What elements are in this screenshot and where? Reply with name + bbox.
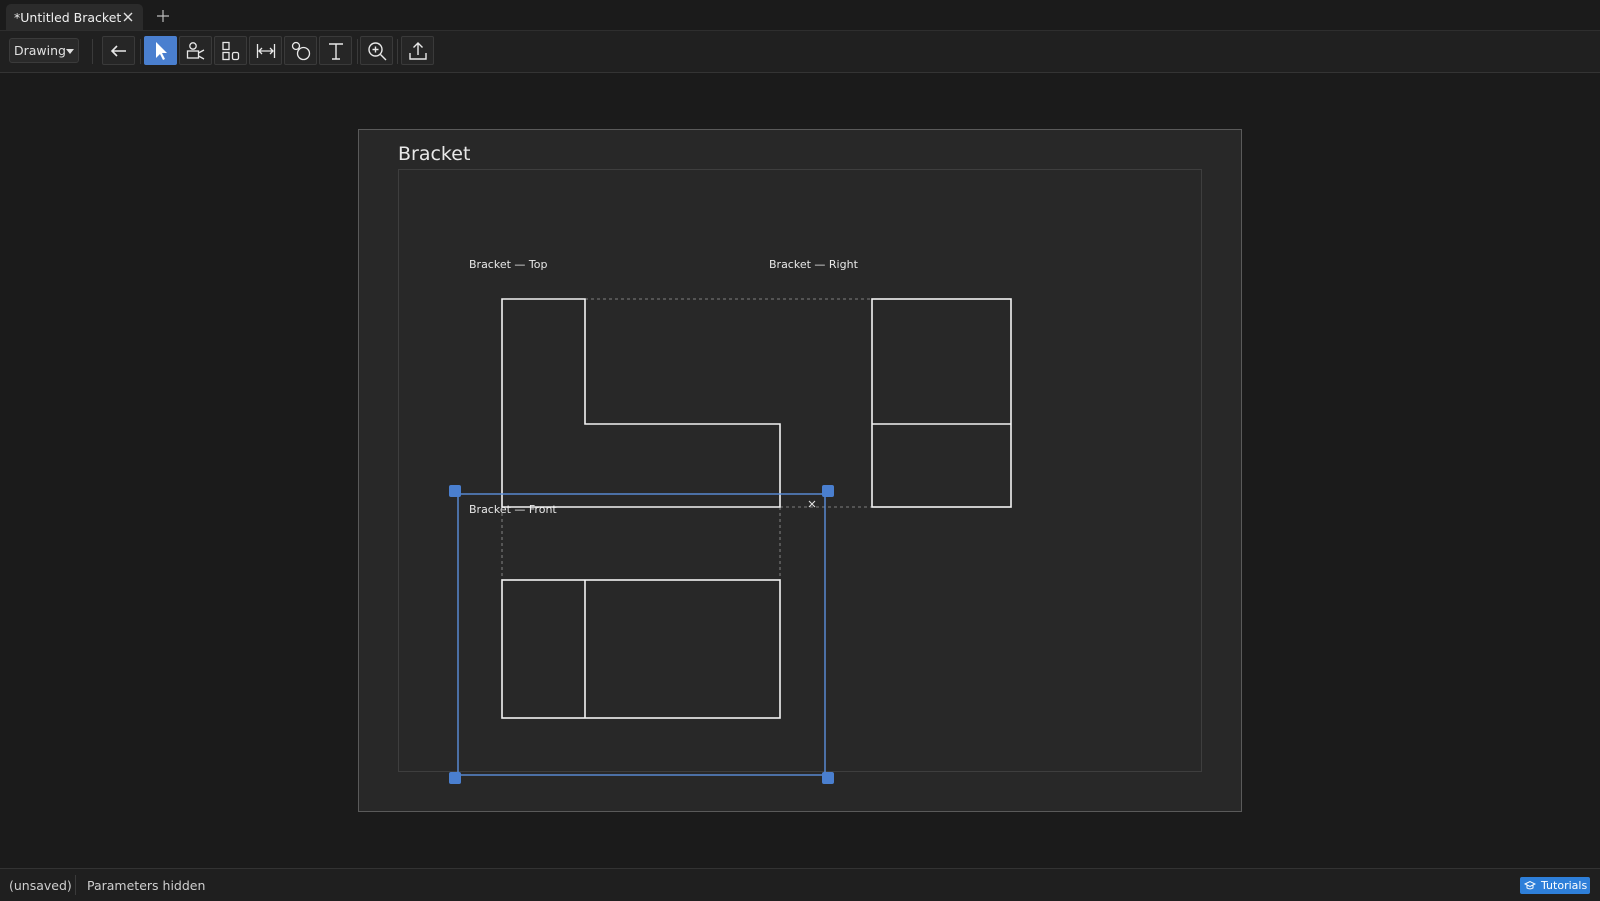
- sheet-title: Bracket: [398, 143, 471, 165]
- save-state: (unsaved): [9, 878, 72, 893]
- view-label-right: Bracket — Right: [769, 258, 858, 271]
- resize-handle-top-right[interactable]: [822, 485, 834, 497]
- zoom-tool[interactable]: [360, 36, 393, 65]
- projected-views-tool[interactable]: [214, 36, 247, 65]
- toolbar-divider: [357, 39, 358, 64]
- close-icon[interactable]: [122, 11, 134, 23]
- view-label-front: Bracket — Front: [469, 503, 557, 516]
- views-grid-icon: [222, 41, 240, 61]
- status-divider: [75, 875, 76, 895]
- resize-handle-top-left[interactable]: [449, 485, 461, 497]
- cursor-arrow-icon: [156, 42, 167, 60]
- plus-icon[interactable]: [156, 9, 170, 23]
- arrow-left-icon: [110, 45, 126, 57]
- tab-untitled-bracket[interactable]: *Untitled Bracket: [6, 4, 143, 30]
- balloon-circle-icon: [291, 41, 311, 61]
- resize-handle-bottom-left[interactable]: [449, 772, 461, 784]
- camera-view-icon: [186, 42, 205, 60]
- resize-handle-bottom-right[interactable]: [822, 772, 834, 784]
- toolbar: Drawing: [0, 31, 1600, 73]
- insert-view-tool[interactable]: [179, 36, 212, 65]
- tutorials-label: Tutorials: [1541, 879, 1588, 892]
- mode-label: Drawing: [14, 43, 66, 58]
- back-button[interactable]: [102, 36, 135, 65]
- chevron-down-icon: [66, 49, 74, 54]
- drawing-sheet[interactable]: Bracket: [358, 129, 1242, 812]
- dimension-icon: [256, 44, 276, 58]
- dimension-tool[interactable]: [249, 36, 282, 65]
- text-cursor-icon: [329, 43, 343, 60]
- toolbar-divider: [92, 39, 93, 64]
- view-label-top: Bracket — Top: [469, 258, 548, 271]
- status-bar: (unsaved) Parameters hidden Tutorials: [0, 868, 1600, 901]
- annotation-tool[interactable]: [284, 36, 317, 65]
- upload-icon: [409, 42, 427, 60]
- tutorials-button[interactable]: Tutorials: [1520, 877, 1590, 894]
- tab-bar: *Untitled Bracket: [0, 0, 1600, 31]
- toolbar-divider: [140, 39, 141, 64]
- graduation-cap-icon: [1524, 880, 1536, 890]
- parameters-toggle[interactable]: Parameters hidden: [87, 878, 205, 893]
- tab-label: *Untitled Bracket: [14, 10, 122, 25]
- zoom-in-icon: [368, 42, 387, 61]
- export-tool[interactable]: [401, 36, 434, 65]
- select-tool[interactable]: [144, 36, 177, 65]
- text-tool[interactable]: [319, 36, 352, 65]
- mode-dropdown[interactable]: Drawing: [9, 38, 79, 63]
- toolbar-divider: [397, 39, 398, 64]
